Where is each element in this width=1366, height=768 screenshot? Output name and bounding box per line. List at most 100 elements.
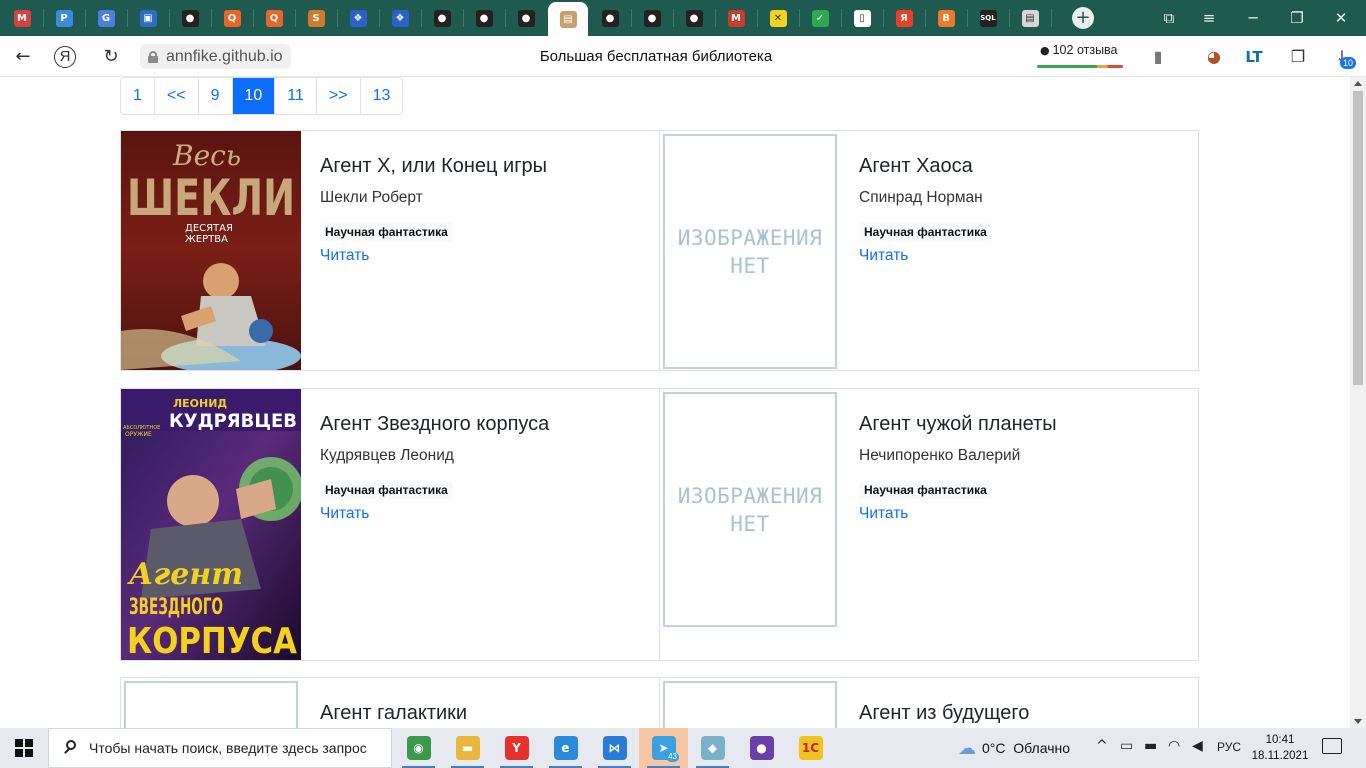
no-image-placeholder[interactable]: ИЗОБРАЖЕНИЯ НЕТ bbox=[663, 392, 837, 627]
browser-tab[interactable]: Q bbox=[212, 3, 252, 33]
browser-tab[interactable]: ● bbox=[632, 3, 672, 33]
browser-tab[interactable]: P bbox=[44, 3, 84, 33]
language-indicator[interactable]: РУС bbox=[1217, 740, 1241, 754]
browser-tab[interactable]: B bbox=[926, 3, 966, 33]
no-image-text: ИЗОБРАЖЕНИЯ bbox=[677, 483, 823, 508]
book-card: ЛЕОНИД КУДРЯВЦЕВ АБСОЛЮТНОЕ ОРУЖИЕ Агент… bbox=[120, 388, 660, 662]
no-image-placeholder[interactable] bbox=[124, 681, 298, 728]
browser-tab[interactable]: ❖ bbox=[380, 3, 420, 33]
wifi-icon[interactable]: ◠ bbox=[1168, 738, 1180, 754]
page-link[interactable]: 9 bbox=[197, 78, 232, 114]
browser-tab[interactable]: M bbox=[2, 3, 42, 33]
page-link[interactable]: 1 bbox=[121, 78, 154, 114]
browser-tab[interactable]: SQL bbox=[968, 3, 1008, 33]
browser-tab[interactable]: ● bbox=[590, 3, 630, 33]
page-link[interactable]: 13 bbox=[359, 78, 403, 114]
browser-tab[interactable]: ● bbox=[674, 3, 714, 33]
battery-icon[interactable]: ▬ bbox=[1144, 738, 1157, 754]
collections-icon[interactable]: ❐ bbox=[1286, 45, 1310, 69]
extension-icon[interactable]: ◕ bbox=[1202, 45, 1226, 69]
url-text: annfike.github.io bbox=[166, 47, 283, 65]
meet-now-icon[interactable]: ▭ bbox=[1120, 738, 1133, 754]
browser-tab[interactable]: ✕ bbox=[758, 3, 798, 33]
book-title: Агент галактики bbox=[320, 702, 468, 724]
browser-tab[interactable]: S bbox=[296, 3, 336, 33]
document-icon: ▯ bbox=[853, 9, 871, 27]
taskbar-app[interactable]: ➤ 43 bbox=[639, 728, 688, 768]
taskbar-app[interactable]: ◉ bbox=[394, 728, 443, 768]
browser-tab[interactable]: ▤ bbox=[548, 2, 588, 36]
browser-tab[interactable]: Я bbox=[884, 3, 924, 33]
taskbar-search-box[interactable]: Чтобы начать поиск, введите здесь запрос bbox=[48, 728, 392, 768]
read-link[interactable]: Читать bbox=[859, 505, 1188, 523]
browser-tab[interactable]: ● bbox=[464, 3, 504, 33]
start-button[interactable] bbox=[0, 728, 48, 768]
lingvo-extension-icon[interactable]: LT bbox=[1242, 45, 1266, 69]
volume-icon[interactable]: ◀ bbox=[1192, 738, 1203, 754]
reload-icon[interactable]: ↻ bbox=[98, 44, 124, 70]
yandex-icon[interactable]: Я bbox=[54, 46, 76, 68]
browser-tab[interactable]: ● bbox=[506, 3, 546, 33]
book-info: Агент Х, или Конец игры Шекли Роберт Нау… bbox=[320, 153, 649, 265]
github-icon: ● bbox=[181, 9, 199, 27]
scroll-down-arrow-icon[interactable] bbox=[1354, 719, 1362, 724]
tabs-menu-icon[interactable]: ⧉ bbox=[1156, 6, 1182, 30]
taskbar-app[interactable]: ◆ bbox=[688, 728, 737, 768]
browser-tab[interactable]: ▣ bbox=[128, 3, 168, 33]
bookmark-icon[interactable]: ▮ bbox=[1146, 45, 1170, 69]
new-tab-plus-icon[interactable]: + bbox=[1072, 7, 1094, 29]
browser-tab[interactable]: ✓ bbox=[800, 3, 840, 33]
browser-tab[interactable]: ▯ bbox=[842, 3, 882, 33]
system-clock[interactable]: 10:41 18.11.2021 bbox=[1250, 732, 1310, 764]
github-icon: ● bbox=[685, 9, 703, 27]
scroll-thumb[interactable] bbox=[1353, 91, 1363, 385]
book-title: Агент Хаоса bbox=[859, 155, 973, 177]
taskbar-app[interactable]: ▬ bbox=[443, 728, 492, 768]
read-link[interactable]: Читать bbox=[859, 247, 1188, 265]
restore-icon[interactable]: ❐ bbox=[1284, 6, 1310, 30]
scroll-up-arrow-icon[interactable] bbox=[1354, 81, 1362, 86]
minimize-icon[interactable]: ─ bbox=[1240, 6, 1266, 30]
reviews-widget[interactable]: ● 102 отзыва bbox=[1037, 43, 1123, 68]
q-icon: Q bbox=[265, 9, 283, 27]
cover-title-1: Агент bbox=[127, 557, 243, 592]
browser-tab[interactable]: ▤ bbox=[1010, 3, 1050, 33]
page-link[interactable]: 11 bbox=[274, 78, 316, 114]
no-image-placeholder[interactable]: ИЗОБРАЖЕНИЯ НЕТ bbox=[663, 134, 837, 369]
address-bar[interactable]: annfike.github.io bbox=[140, 44, 291, 69]
show-hidden-icons-icon[interactable]: ^ bbox=[1096, 738, 1108, 754]
weather-widget[interactable]: ☁ 0°C Облачно bbox=[958, 728, 1070, 768]
translate-icon: P bbox=[55, 9, 73, 27]
notifications-icon[interactable] bbox=[1322, 738, 1342, 754]
taskbar-app[interactable]: Y bbox=[492, 728, 541, 768]
cover-sub-text-1: ДЕСЯТАЯ bbox=[185, 223, 233, 234]
page-link[interactable]: 10 bbox=[231, 78, 275, 114]
browser-tab[interactable]: M bbox=[716, 3, 756, 33]
book-author: Кудрявцев Леонид bbox=[320, 447, 454, 464]
s-icon: S bbox=[307, 9, 325, 27]
browser-tab[interactable]: ● bbox=[422, 3, 462, 33]
browser-tab[interactable]: G bbox=[86, 3, 126, 33]
page-link[interactable]: >> bbox=[315, 78, 360, 114]
page-scrollbar[interactable] bbox=[1350, 77, 1366, 728]
taskbar-app[interactable]: ● bbox=[737, 728, 786, 768]
taskbar-app[interactable]: 1С bbox=[786, 728, 835, 768]
page-link[interactable]: << bbox=[153, 78, 198, 114]
read-link[interactable]: Читать bbox=[320, 505, 649, 523]
reviews-label: 102 отзыва bbox=[1052, 43, 1118, 57]
read-link[interactable]: Читать bbox=[320, 247, 649, 265]
book-cover-kudryavtsev[interactable]: ЛЕОНИД КУДРЯВЦЕВ АБСОЛЮТНОЕ ОРУЖИЕ Агент… bbox=[121, 389, 303, 662]
book-cover-sheckley[interactable]: Весь ШЕКЛИ ДЕСЯТАЯ ЖЕРТВА bbox=[121, 131, 301, 374]
browser-tab[interactable]: Q bbox=[254, 3, 294, 33]
back-arrow-icon[interactable]: ← bbox=[10, 44, 36, 70]
browser-tab[interactable]: ● bbox=[170, 3, 210, 33]
internet-explorer-icon: e bbox=[553, 736, 578, 760]
cover-series-2: ОРУЖИЕ bbox=[125, 431, 152, 438]
close-icon[interactable]: ✕ bbox=[1328, 6, 1354, 30]
genre-badge: Научная фантастика bbox=[859, 481, 992, 499]
menu-icon[interactable]: ≡ bbox=[1196, 6, 1222, 30]
no-image-placeholder[interactable] bbox=[663, 681, 837, 728]
taskbar-app[interactable]: e bbox=[541, 728, 590, 768]
browser-tab[interactable]: ❖ bbox=[338, 3, 378, 33]
taskbar-app[interactable]: ⋈ bbox=[590, 728, 639, 768]
